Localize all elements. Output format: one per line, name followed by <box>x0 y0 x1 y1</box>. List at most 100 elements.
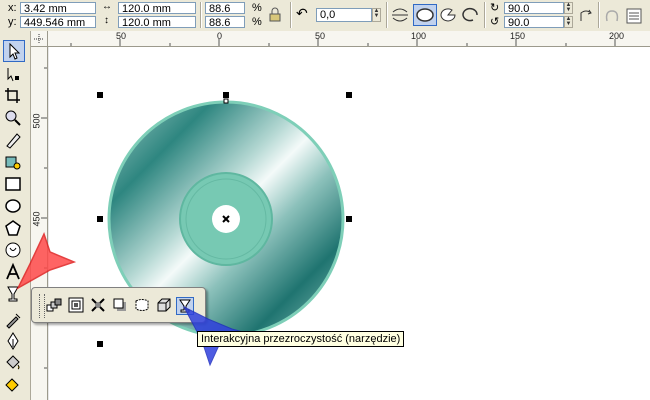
x-label: x: <box>8 2 17 14</box>
ellipse-icon <box>416 8 434 22</box>
ellipse-mode-button[interactable] <box>413 4 437 26</box>
interactive-fill-tool[interactable] <box>3 375 25 397</box>
handle-bottom-left[interactable] <box>97 341 103 347</box>
handle-top-right[interactable] <box>346 92 352 98</box>
ruler-tick-label: 500 <box>31 113 42 129</box>
crop-tool[interactable] <box>3 86 25 108</box>
handle-middle-left[interactable] <box>97 216 103 222</box>
eyedropper-icon <box>6 313 21 329</box>
direction-icon <box>580 9 592 21</box>
handle-top-center[interactable] <box>223 92 229 98</box>
magnifier-icon <box>5 110 21 126</box>
lock-icon <box>269 7 281 22</box>
eyedropper-tool[interactable] <box>3 309 25 331</box>
end-angle-field[interactable]: 90.0 <box>504 16 564 29</box>
freehand-tool[interactable] <box>3 130 25 152</box>
node-marker <box>223 98 229 104</box>
ruler-tick-label: 450 <box>31 211 42 227</box>
scale-y-field[interactable]: 88.6 <box>205 16 245 29</box>
shape-tool[interactable] <box>3 64 25 86</box>
arc-mode-button[interactable] <box>460 5 480 25</box>
mirror-icon <box>392 8 408 22</box>
ruler-tick-label: 150 <box>510 31 526 41</box>
start-angle-spinner[interactable]: ▲ ▼ <box>564 2 573 14</box>
width-icon: ↔ <box>102 1 112 12</box>
shape-icon <box>7 68 19 82</box>
ellipse-icon <box>5 199 21 213</box>
separator <box>386 2 388 28</box>
envelope-icon <box>135 299 149 311</box>
drawing-canvas[interactable] <box>48 47 650 400</box>
separator <box>484 2 486 28</box>
percent-y-label: % <box>252 16 262 28</box>
zoom-tool[interactable] <box>3 108 25 130</box>
handle-top-left[interactable] <box>97 92 103 98</box>
rectangle-icon <box>5 177 21 191</box>
width-field[interactable]: 120.0 mm <box>118 2 196 15</box>
arc-icon <box>462 7 478 22</box>
canvas-drawing <box>48 47 352 400</box>
toolbox <box>0 31 31 400</box>
end-angle-icon: ↺ <box>490 16 500 28</box>
handle-middle-right[interactable] <box>346 216 352 222</box>
convert-to-curves-button[interactable] <box>602 6 622 26</box>
rotation-spinner[interactable]: ▲ ▼ <box>372 8 381 22</box>
arrow-cursor-icon <box>9 42 21 60</box>
ruler-tick-label: 200 <box>609 31 625 41</box>
horizontal-ruler[interactable]: 50 0 50 100 150 200 <box>31 31 650 47</box>
pie-icon <box>440 8 456 22</box>
rectangle-tool[interactable] <box>3 174 25 196</box>
fill-tool[interactable] <box>3 353 25 375</box>
extrude-icon <box>157 298 171 312</box>
pen-nib-icon <box>7 332 19 350</box>
rotation-icon: ↶ <box>296 5 308 21</box>
red-pointer-arrow <box>16 231 76 290</box>
ruler-origin[interactable] <box>31 31 48 47</box>
drop-shadow-icon <box>113 298 126 311</box>
lock-ratio-button[interactable] <box>266 6 284 24</box>
vertical-ruler[interactable]: 500 450 <box>31 46 48 400</box>
distort-tool[interactable] <box>90 297 108 315</box>
blend-tool[interactable] <box>46 297 64 315</box>
drop-shadow-tool[interactable] <box>112 297 130 315</box>
x-position-field[interactable]: 3.42 mm <box>20 2 96 15</box>
blend-icon <box>46 298 62 312</box>
contour-icon <box>68 297 84 313</box>
ruler-tick-label: 0 <box>217 31 223 41</box>
outline-tool[interactable] <box>3 331 25 353</box>
wrap-text-button[interactable] <box>624 6 644 26</box>
ellipse-tool[interactable] <box>3 196 25 218</box>
smart-fill-tool[interactable] <box>3 152 25 174</box>
wrap-icon <box>605 10 619 22</box>
separator <box>290 2 292 28</box>
flyout-grip[interactable] <box>39 294 45 318</box>
extrude-tool[interactable] <box>156 297 174 315</box>
ruler-tick-label: 100 <box>411 31 427 41</box>
envelope-tool[interactable] <box>134 297 152 315</box>
y-label: y: <box>8 16 17 28</box>
height-icon: ↕ <box>104 15 109 26</box>
distort-icon <box>91 298 105 312</box>
contour-tool[interactable] <box>68 297 86 315</box>
ruler-tick-label: 50 <box>116 31 127 41</box>
separator <box>200 2 202 28</box>
start-angle-icon: ↻ <box>490 2 500 14</box>
pen-icon <box>6 133 21 149</box>
pie-mode-button[interactable] <box>438 5 458 25</box>
scale-x-field[interactable]: 88.6 <box>205 2 245 15</box>
y-position-field[interactable]: 449.546 mm <box>20 16 96 29</box>
pick-tool[interactable] <box>3 40 25 62</box>
paint-bucket-icon <box>6 355 20 370</box>
start-angle-field[interactable]: 90.0 <box>504 2 564 15</box>
property-bar: x: 3.42 mm y: 449.546 mm ↔ 120.0 mm ↕ 12… <box>0 0 650 32</box>
percent-x-label: % <box>252 2 262 14</box>
end-angle-spinner[interactable]: ▲ ▼ <box>564 16 573 28</box>
ruler-tick-label: 50 <box>315 31 326 41</box>
rotation-field[interactable]: 0,0 <box>316 8 372 22</box>
smart-fill-icon <box>5 156 21 170</box>
text-wrap-icon <box>626 8 642 24</box>
ruler-origin-icon <box>34 34 43 43</box>
direction-button[interactable] <box>576 6 596 26</box>
mirror-button[interactable] <box>390 5 410 25</box>
height-field[interactable]: 120.0 mm <box>118 16 196 29</box>
